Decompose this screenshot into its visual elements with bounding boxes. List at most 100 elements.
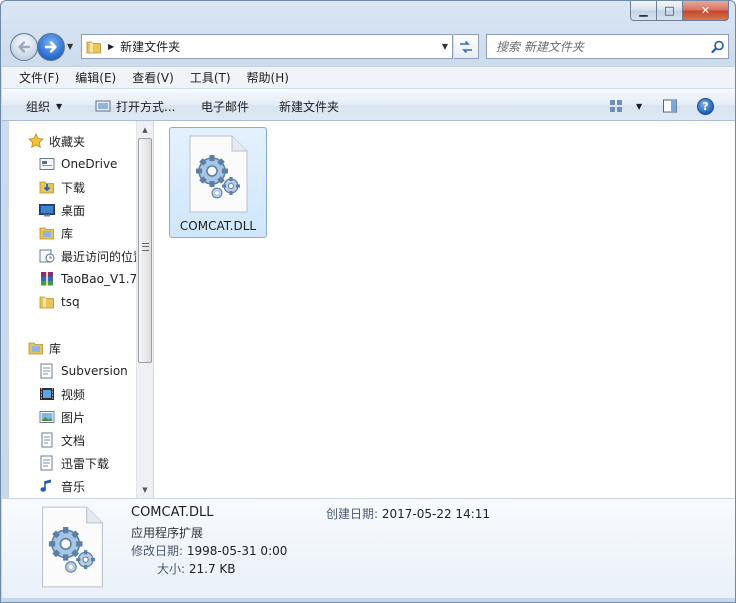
details-file-name: COMCAT.DLL: [131, 505, 214, 520]
modified-label: 修改日期:: [131, 544, 184, 558]
chevron-down-icon: ▼: [636, 101, 643, 111]
nav-item-recent-places[interactable]: 最近访问的位置: [39, 245, 145, 267]
forward-button[interactable]: [37, 33, 65, 61]
nav-item-onedrive[interactable]: OneDrive: [39, 153, 117, 175]
nav-item-documents[interactable]: 文档: [39, 429, 85, 451]
nav-favorites-header[interactable]: 收藏夹: [28, 130, 85, 152]
nav-item-videos[interactable]: 视频: [39, 383, 85, 405]
nav-item-desktop[interactable]: 桌面: [39, 199, 85, 221]
search-icon[interactable]: [708, 37, 728, 57]
help-button[interactable]: ?: [697, 90, 714, 122]
scrollbar-thumb[interactable]: [138, 138, 152, 363]
email-button[interactable]: 电子邮件: [201, 90, 249, 122]
change-view-button[interactable]: ▼: [608, 90, 642, 122]
search-input[interactable]: [487, 35, 708, 58]
documents-icon: [39, 432, 55, 448]
help-icon: ?: [697, 97, 714, 115]
close-button[interactable]: ✕: [683, 1, 729, 21]
video-icon: [39, 386, 55, 402]
nav-item-label: 迅雷下载: [61, 456, 110, 471]
pictures-icon: [39, 409, 55, 425]
nav-item-subversion[interactable]: Subversion: [39, 360, 128, 382]
navigation-pane: 收藏夹 OneDrive 下载 桌面 库 最近访问的位置 TaoBao_V1.7…: [9, 121, 153, 498]
menu-bar: 文件(F) 编辑(E) 查看(V) 工具(T) 帮助(H): [2, 66, 735, 88]
star-icon: [28, 133, 44, 149]
search-box[interactable]: [486, 34, 729, 59]
nav-item-tsq[interactable]: tsq: [39, 291, 80, 313]
navigation-scrollbar[interactable]: ▲ ▼: [136, 121, 153, 498]
document-library-icon: [39, 363, 55, 379]
details-pane: COMCAT.DLL 应用程序扩展 修改日期: 1998-05-31 0:00 …: [2, 498, 735, 598]
nav-item-taobao[interactable]: TaoBao_V1.7: [39, 268, 137, 290]
nav-item-music[interactable]: 音乐: [39, 475, 85, 497]
open-with-icon: [95, 98, 111, 114]
library-icon: [28, 340, 44, 356]
arrow-left-icon: [18, 41, 31, 53]
folder-icon: [39, 294, 55, 310]
nav-item-label: 图片: [61, 410, 86, 425]
new-folder-button[interactable]: 新建文件夹: [279, 90, 339, 122]
nav-item-label: TaoBao_V1.7: [61, 272, 138, 286]
nav-item-library[interactable]: 库: [39, 222, 73, 244]
music-icon: [39, 478, 55, 494]
email-label: 电子邮件: [201, 99, 250, 114]
onedrive-icon: [39, 156, 55, 172]
scroll-down-arrow-icon[interactable]: ▼: [137, 481, 153, 498]
modified-value: 1998-05-31 0:00: [186, 544, 288, 558]
menu-help[interactable]: 帮助(H): [239, 67, 297, 89]
nav-item-label: tsq: [61, 295, 80, 309]
nav-item-label: 桌面: [61, 203, 86, 218]
refresh-icon: [460, 40, 472, 53]
command-bar: 组织 ▼ 打开方式... 电子邮件 新建文件夹 ▼ ?: [2, 89, 735, 121]
nav-item-label: 音乐: [61, 479, 86, 494]
preview-pane-button[interactable]: [662, 90, 678, 122]
open-with-button[interactable]: 打开方式...: [95, 90, 175, 122]
file-item-comcat-dll[interactable]: COMCAT.DLL: [169, 127, 267, 238]
minimize-button[interactable]: ▁: [630, 1, 657, 21]
open-with-label: 打开方式...: [116, 99, 176, 114]
explorer-window: ▁ □ ✕ ▼ ▶ 新建文件夹 ▼ 文件(F) 编辑(E: [0, 0, 736, 603]
details-modified: 修改日期: 1998-05-31 0:00: [131, 542, 287, 559]
nav-item-label: 最近访问的位置: [61, 249, 146, 264]
nav-libraries-header[interactable]: 库: [28, 337, 61, 359]
dll-file-icon: [187, 134, 249, 217]
maximize-button[interactable]: □: [657, 1, 683, 21]
breadcrumb-chevron-icon[interactable]: ▶: [108, 42, 114, 51]
nav-item-xunlei[interactable]: 迅雷下载: [39, 452, 109, 474]
archive-icon: [39, 271, 55, 287]
nav-item-pictures[interactable]: 图片: [39, 406, 85, 428]
refresh-button[interactable]: [454, 34, 479, 59]
menu-tools[interactable]: 工具(T): [182, 67, 239, 89]
organize-label: 组织: [26, 99, 51, 114]
recent-places-icon: [39, 248, 55, 264]
nav-item-label: 下载: [61, 180, 86, 195]
file-name: COMCAT.DLL: [179, 219, 257, 233]
size-value: 21.7 KB: [188, 562, 236, 576]
details-created: 创建日期: 2017-05-22 14:11: [326, 505, 490, 522]
created-value: 2017-05-22 14:11: [381, 507, 491, 521]
menu-file[interactable]: 文件(F): [2, 67, 67, 89]
nav-item-label: 文档: [61, 433, 86, 448]
address-bar[interactable]: ▶ 新建文件夹 ▼: [81, 34, 453, 59]
desktop-icon: [39, 202, 55, 218]
nav-item-label: Subversion: [61, 364, 128, 378]
preview-pane-icon: [662, 98, 678, 114]
folder-icon: [86, 39, 102, 55]
caption-buttons: ▁ □ ✕: [630, 1, 729, 21]
address-history-dropdown[interactable]: ▼: [442, 42, 448, 51]
nav-item-label: OneDrive: [61, 157, 118, 171]
menu-edit[interactable]: 编辑(E): [67, 67, 124, 89]
file-list-area[interactable]: COMCAT.DLL: [154, 121, 735, 498]
recent-pages-dropdown[interactable]: ▼: [67, 42, 73, 51]
new-folder-label: 新建文件夹: [279, 99, 340, 114]
back-button[interactable]: [10, 33, 38, 61]
breadcrumb-current[interactable]: 新建文件夹: [120, 38, 180, 55]
details-file-type: 应用程序扩展: [131, 526, 204, 540]
scroll-up-arrow-icon[interactable]: ▲: [137, 121, 153, 138]
menu-view[interactable]: 查看(V): [124, 67, 182, 89]
dll-file-icon: [38, 505, 106, 592]
download-folder-icon: [39, 179, 55, 195]
nav-item-downloads[interactable]: 下载: [39, 176, 85, 198]
details-size: 大小: 21.7 KB: [157, 560, 236, 577]
organize-button[interactable]: 组织 ▼: [26, 90, 62, 122]
